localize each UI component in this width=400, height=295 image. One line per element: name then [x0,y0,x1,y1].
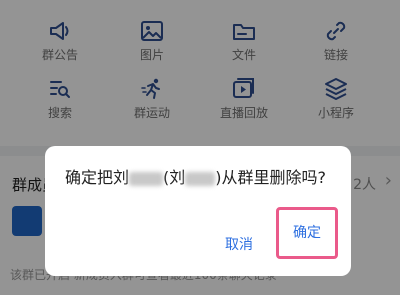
remove-member-dialog: 确定把刘 (刘 )从群里删除吗? 取消 确定 [45,146,351,276]
redacted-name [185,171,216,186]
redacted-name [129,171,164,186]
dialog-message-part1: 确定把刘 [65,168,130,187]
dialog-message-part3: )从群里删除吗? [215,168,327,187]
confirm-button[interactable]: 确定 [279,210,335,256]
cancel-button[interactable]: 取消 [209,234,269,254]
dialog-message: 确定把刘 (刘 )从群里删除吗? [65,166,335,189]
dialog-message-part2: (刘 [163,168,186,187]
